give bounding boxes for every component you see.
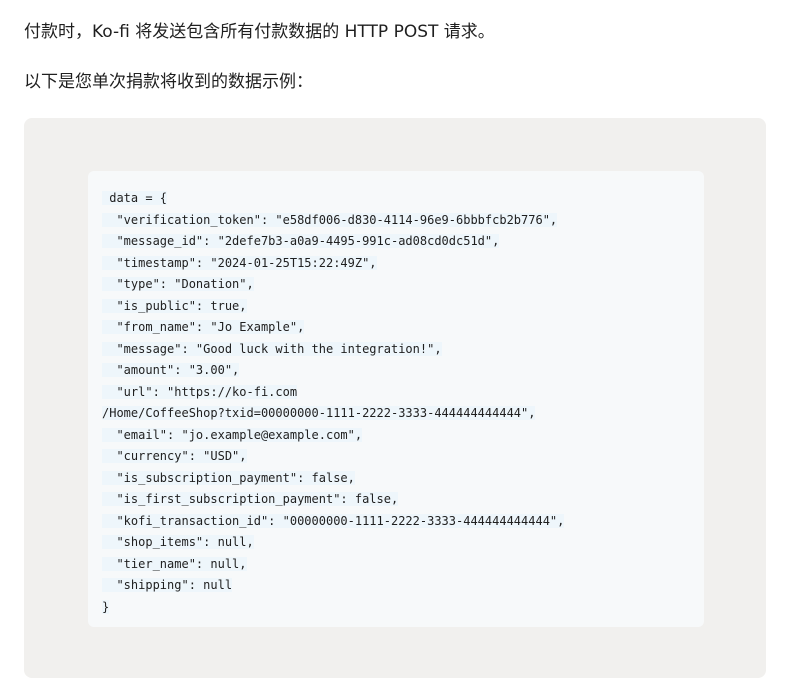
code-line: "is_first_subscription_payment": false, bbox=[102, 492, 399, 506]
code-line: "is_public": true, bbox=[102, 298, 247, 313]
code-line: "email": "jo.example@example.com", bbox=[102, 427, 363, 442]
code-line: "type": "Donation", bbox=[102, 277, 254, 291]
code-line: "kofi_transaction_id": "00000000-1111-22… bbox=[102, 513, 565, 528]
code-line: "shipping": null bbox=[102, 578, 233, 592]
code-block[interactable]: data = { "verification_token": "e58df006… bbox=[88, 171, 704, 627]
code-line: "amount": "3.00", bbox=[102, 363, 240, 377]
code-line: /Home/CoffeeShop?txid=00000000-1111-2222… bbox=[102, 406, 536, 420]
code-line: "verification_token": "e58df006-d830-411… bbox=[102, 212, 558, 227]
intro-paragraph-1: 付款时，Ko-fi 将发送包含所有付款数据的 HTTP POST 请求。 bbox=[24, 22, 495, 42]
code-line: "message_id": "2defe7b3-a0a9-4495-991c-a… bbox=[102, 234, 500, 248]
code-line: "currency": "USD", bbox=[102, 449, 247, 463]
code-line: } bbox=[102, 599, 110, 614]
code-line: "is_subscription_payment": false, bbox=[102, 470, 355, 485]
code-line: data = { bbox=[102, 191, 168, 205]
code-line: "message": "Good luck with the integrati… bbox=[102, 341, 442, 356]
code-lines: data = { "verification_token": "e58df006… bbox=[102, 188, 565, 618]
code-line: "shop_items": null, bbox=[102, 535, 254, 549]
code-line: "from_name": "Jo Example", bbox=[102, 320, 305, 334]
code-line: "tier_name": null, bbox=[102, 556, 247, 571]
code-line: "url": "https://ko-fi.com bbox=[102, 384, 298, 399]
code-block-container: data = { "verification_token": "e58df006… bbox=[24, 118, 766, 678]
intro-paragraph-2: 以下是您单次捐款将收到的数据示例： bbox=[24, 72, 313, 92]
code-line: "timestamp": "2024-01-25T15:22:49Z", bbox=[102, 255, 377, 270]
